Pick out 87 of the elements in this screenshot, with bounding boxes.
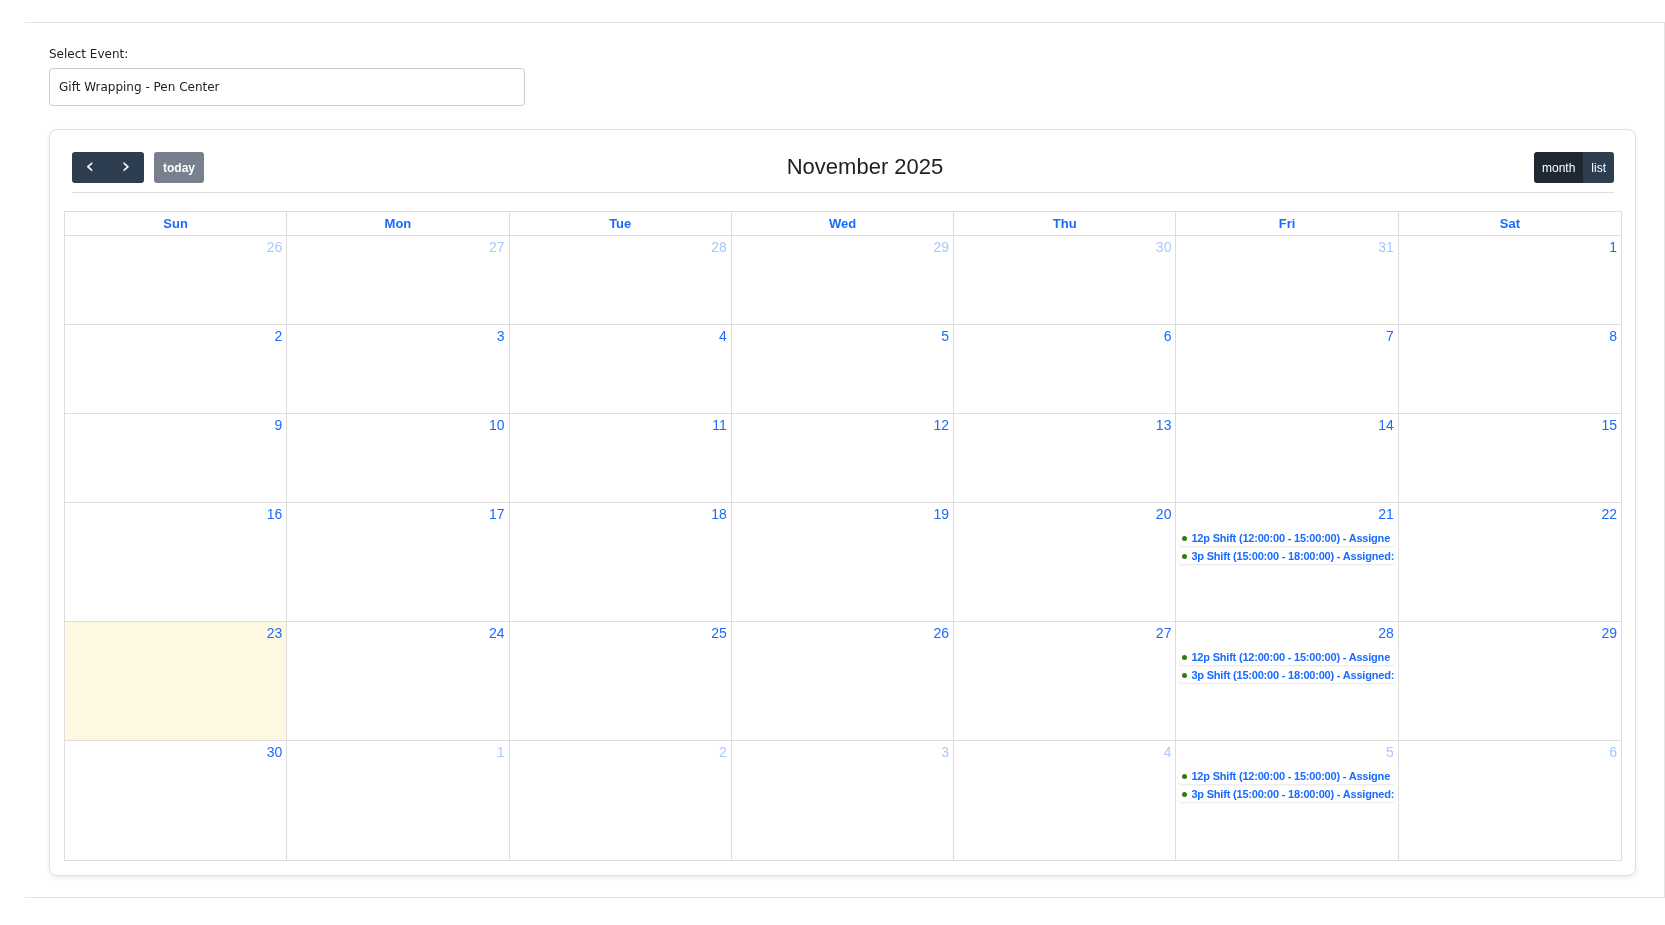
- day-number[interactable]: 20: [1155, 506, 1173, 522]
- event-select-field[interactable]: Gift Wrapping - Pen Center: [49, 68, 525, 106]
- event-chip[interactable]: 3p Shift (15:00:00 - 18:00:00) - Assigned:: [1179, 786, 1395, 802]
- day-number[interactable]: 4: [719, 328, 728, 344]
- weekday-header: Mon: [287, 212, 510, 236]
- day-cell[interactable]: 28 12p Shift (12:00:00 - 15:00:00) - Assigne 3p Shift (15:00:00 - 18:00:00) - Assigned:: [1176, 622, 1399, 741]
- event-title: 12p Shift (12:00:00 - 15:00:00) - Assigne: [1191, 770, 1391, 782]
- day-number[interactable]: 7: [1385, 328, 1395, 344]
- day-number[interactable]: 1: [1609, 239, 1618, 255]
- weekday-header: Sat: [1398, 212, 1621, 236]
- day-cell[interactable]: 5 12p Shift (12:00:00 - 15:00:00) - Assigne 3p Shift (15:00:00 - 18:00:00) - Assigned:: [1176, 741, 1399, 860]
- day-cell[interactable]: 5: [731, 325, 955, 414]
- day-cell[interactable]: 27: [954, 622, 1177, 741]
- day-cell[interactable]: 13: [954, 414, 1177, 503]
- day-cell[interactable]: 2: [65, 325, 288, 414]
- day-cell[interactable]: 14: [1176, 414, 1399, 503]
- day-cell[interactable]: 23: [65, 622, 288, 741]
- day-number[interactable]: 13: [1155, 417, 1173, 433]
- day-number[interactable]: 26: [933, 625, 951, 641]
- day-number[interactable]: 5: [941, 328, 951, 344]
- weekday-header: Fri: [1176, 212, 1399, 236]
- day-number[interactable]: 18: [711, 506, 728, 522]
- field-label: Select Event:: [49, 47, 130, 61]
- day-cell[interactable]: 25: [509, 622, 732, 741]
- day-cell[interactable]: 4: [509, 325, 732, 414]
- event-chip[interactable]: 3p Shift (15:00:00 - 18:00:00) - Assigned:: [1179, 667, 1395, 683]
- day-cell[interactable]: 29: [1398, 622, 1621, 741]
- day-number[interactable]: 11: [712, 417, 728, 433]
- day-number[interactable]: 12: [933, 417, 951, 433]
- day-cell[interactable]: 24: [287, 622, 510, 741]
- day-cell[interactable]: 7: [1176, 325, 1399, 414]
- today-button[interactable]: today: [154, 152, 204, 183]
- day-number[interactable]: 9: [274, 417, 284, 433]
- day-cell[interactable]: 10: [287, 414, 510, 503]
- month-title: November 2025: [786, 154, 944, 180]
- weekday-header: Wed: [731, 212, 955, 236]
- day-number[interactable]: 30: [266, 744, 284, 760]
- day-number[interactable]: 6: [1163, 328, 1173, 344]
- day-cell[interactable]: 19: [731, 503, 955, 622]
- event-title: 3p Shift (15:00:00 - 18:00:00) - Assigned:: [1191, 669, 1395, 681]
- day-cell[interactable]: 3: [287, 325, 510, 414]
- day-cell[interactable]: 22: [1398, 503, 1621, 622]
- view-button[interactable]: month: [1533, 152, 1584, 183]
- day-cell[interactable]: 9: [65, 414, 288, 503]
- event-title: 12p Shift (12:00:00 - 15:00:00) - Assigne: [1191, 651, 1391, 663]
- day-number[interactable]: 2: [274, 328, 284, 344]
- day-cell[interactable]: 21 12p Shift (12:00:00 - 15:00:00) - Assigne 3p Shift (15:00:00 - 18:00:00) - Assigned:: [1176, 503, 1399, 622]
- event-chip[interactable]: 12p Shift (12:00:00 - 15:00:00) - Assigne: [1179, 530, 1395, 546]
- weekday-header: Tue: [509, 212, 732, 236]
- day-cell[interactable]: 30: [65, 741, 288, 860]
- day-number[interactable]: 21: [1378, 506, 1395, 522]
- day-number[interactable]: 29: [1601, 625, 1618, 641]
- day-cell[interactable]: 17: [287, 503, 510, 622]
- day-number[interactable]: 8: [1609, 328, 1618, 344]
- day-cell[interactable]: 15: [1398, 414, 1621, 503]
- day-number[interactable]: 10: [489, 417, 506, 433]
- event-title: 3p Shift (15:00:00 - 18:00:00) - Assigned:: [1191, 788, 1395, 800]
- weekday-header: Thu: [954, 212, 1177, 236]
- next-button[interactable]: ›: [108, 152, 144, 183]
- day-number[interactable]: 19: [933, 506, 951, 522]
- day-number[interactable]: 17: [489, 506, 506, 522]
- day-number[interactable]: 23: [266, 625, 284, 641]
- event-chip[interactable]: 12p Shift (12:00:00 - 15:00:00) - Assigne: [1179, 768, 1395, 784]
- day-cell[interactable]: 11: [509, 414, 732, 503]
- day-number[interactable]: 14: [1378, 417, 1395, 433]
- day-cell[interactable]: 6: [954, 325, 1177, 414]
- day-cell[interactable]: 18: [509, 503, 732, 622]
- day-number[interactable]: 15: [1601, 417, 1618, 433]
- event-chip[interactable]: 3p Shift (15:00:00 - 18:00:00) - Assigned:: [1179, 548, 1395, 564]
- day-number[interactable]: 25: [711, 625, 728, 641]
- day-number[interactable]: 3: [496, 328, 506, 344]
- view-button[interactable]: list: [1583, 152, 1614, 183]
- day-cell[interactable]: 20: [954, 503, 1177, 622]
- day-number[interactable]: 28: [1378, 625, 1395, 641]
- event-title: 3p Shift (15:00:00 - 18:00:00) - Assigned:: [1191, 550, 1395, 562]
- day-number[interactable]: 27: [1155, 625, 1173, 641]
- day-cell[interactable]: 8: [1398, 325, 1621, 414]
- day-cell[interactable]: 26: [731, 622, 955, 741]
- day-cell[interactable]: 1: [1398, 236, 1621, 325]
- day-number[interactable]: 16: [266, 506, 284, 522]
- weekday-header: Sun: [65, 212, 288, 236]
- previous-button[interactable]: ‹: [72, 152, 108, 183]
- day-number[interactable]: 24: [489, 625, 506, 641]
- day-cell[interactable]: 12: [731, 414, 955, 503]
- event-chip[interactable]: 12p Shift (12:00:00 - 15:00:00) - Assigne: [1179, 649, 1395, 665]
- day-number[interactable]: 22: [1601, 506, 1618, 522]
- event-title: 12p Shift (12:00:00 - 15:00:00) - Assigne: [1191, 532, 1391, 544]
